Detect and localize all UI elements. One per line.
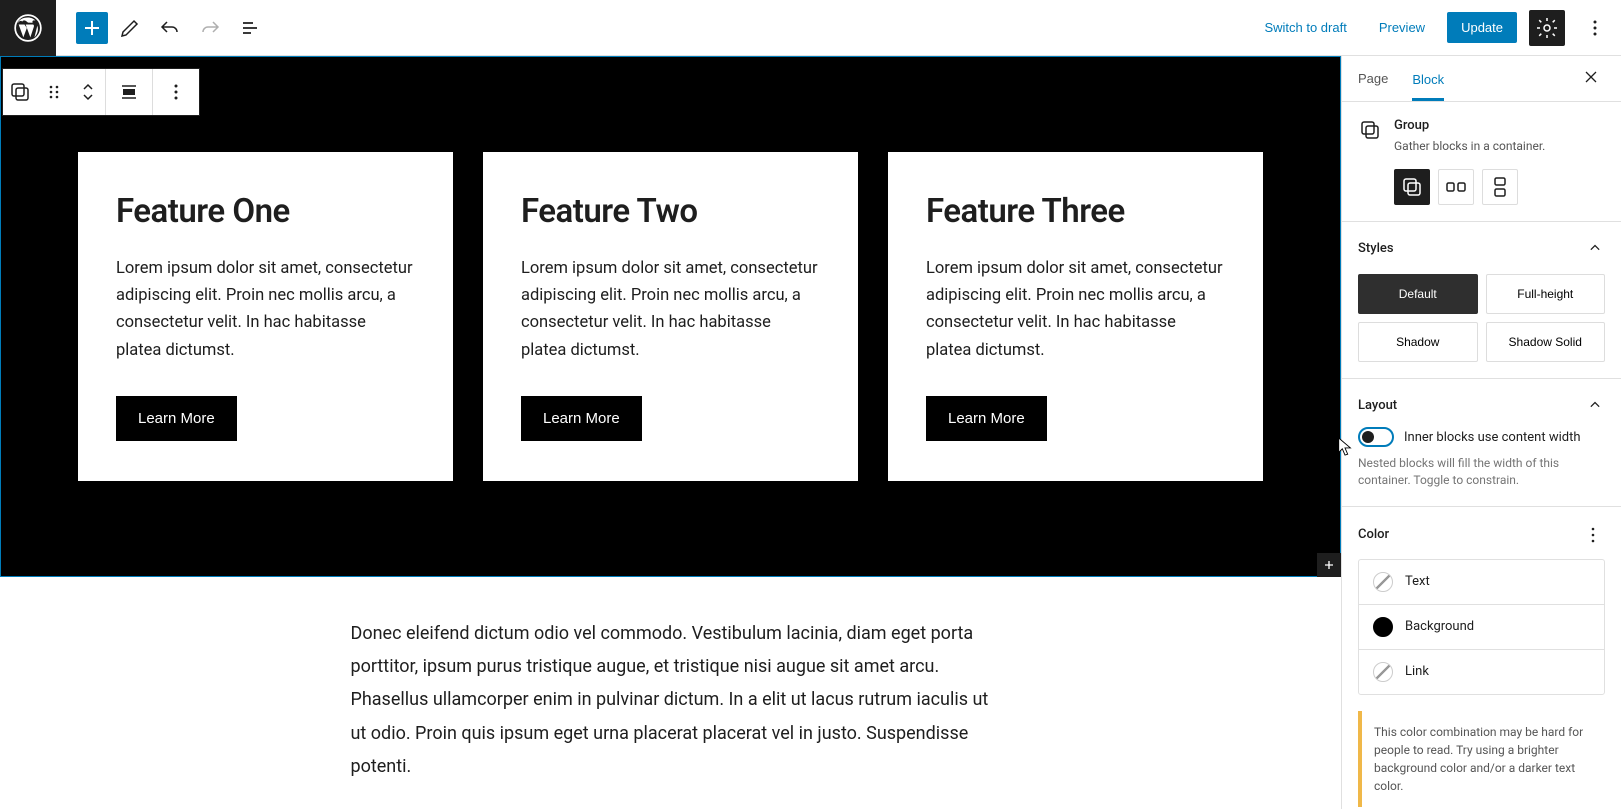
variation-row <box>1394 169 1605 205</box>
group-icon <box>8 80 32 104</box>
kebab-icon <box>164 80 188 104</box>
add-block-inline[interactable] <box>1317 553 1341 577</box>
variation-row-button[interactable] <box>1438 169 1474 205</box>
redo-icon <box>198 16 222 40</box>
color-options-button[interactable] <box>1581 523 1605 547</box>
block-type-button[interactable] <box>3 69 37 115</box>
style-shadow-button[interactable]: Shadow <box>1358 322 1478 362</box>
chevron-up-icon <box>1585 395 1605 415</box>
topbar-left-tools <box>56 10 268 46</box>
block-toolbar <box>2 68 200 116</box>
learn-more-button[interactable]: Learn More <box>521 396 642 441</box>
toggle-help: Nested blocks will fill the width of thi… <box>1358 455 1605 490</box>
tab-page[interactable]: Page <box>1358 57 1388 100</box>
block-desc: Gather blocks in a container. <box>1394 139 1545 153</box>
style-shadowsolid-button[interactable]: Shadow Solid <box>1486 322 1606 362</box>
list-view-button[interactable] <box>232 10 268 46</box>
kebab-icon <box>1583 16 1607 40</box>
settings-button[interactable] <box>1529 10 1565 46</box>
editor-topbar: Switch to draft Preview Update <box>0 0 1621 56</box>
feature-title[interactable]: Feature Three <box>926 192 1225 231</box>
kebab-icon <box>1581 523 1605 547</box>
styles-panel: Styles Default Full-height Shadow Shadow… <box>1342 222 1621 379</box>
content-width-toggle[interactable] <box>1358 427 1394 447</box>
wp-logo[interactable] <box>0 0 56 56</box>
block-name: Group <box>1394 118 1545 133</box>
color-text-item[interactable]: Text <box>1359 560 1604 605</box>
update-button[interactable]: Update <box>1447 12 1517 43</box>
variation-group-button[interactable] <box>1394 169 1430 205</box>
feature-title[interactable]: Feature One <box>116 192 415 231</box>
paragraph-block[interactable]: Donec eleifend dictum odio vel commodo. … <box>351 577 991 809</box>
feature-card[interactable]: Feature One Lorem ipsum dolor sit amet, … <box>78 152 453 481</box>
row-variation-icon <box>1444 175 1468 199</box>
feature-title[interactable]: Feature Two <box>521 192 820 231</box>
color-swatch <box>1373 617 1393 637</box>
layout-panel-title[interactable]: Layout <box>1358 395 1605 415</box>
drag-icon <box>42 80 66 104</box>
options-button[interactable] <box>1577 10 1613 46</box>
contrast-warning: This color combination may be hard for p… <box>1358 711 1605 807</box>
color-swatch <box>1373 572 1393 592</box>
group-variation-icon <box>1400 175 1424 199</box>
feature-card[interactable]: Feature Two Lorem ipsum dolor sit amet, … <box>483 152 858 481</box>
block-header-section: Group Gather blocks in a container. <box>1342 102 1621 222</box>
topbar-right-actions: Switch to draft Preview Update <box>1254 10 1621 46</box>
plus-icon <box>1321 557 1337 573</box>
tools-edit-button[interactable] <box>112 10 148 46</box>
group-icon <box>1358 118 1382 142</box>
close-icon <box>1581 67 1601 87</box>
color-panel: Color Text Background Link <box>1342 507 1621 711</box>
align-full-icon <box>117 80 141 104</box>
redo-button[interactable] <box>192 10 228 46</box>
styles-panel-title[interactable]: Styles <box>1358 238 1605 258</box>
learn-more-button[interactable]: Learn More <box>116 396 237 441</box>
wordpress-icon <box>14 14 42 42</box>
stack-variation-icon <box>1488 175 1512 199</box>
tab-block[interactable]: Block <box>1412 58 1444 101</box>
color-link-item[interactable]: Link <box>1359 650 1604 694</box>
pencil-icon <box>118 16 142 40</box>
plus-icon <box>80 16 104 40</box>
feature-body[interactable]: Lorem ipsum dolor sit amet, consectetur … <box>521 255 820 364</box>
add-block-button[interactable] <box>76 12 108 44</box>
feature-body[interactable]: Lorem ipsum dolor sit amet, consectetur … <box>926 255 1225 364</box>
group-block[interactable]: Feature One Lorem ipsum dolor sit amet, … <box>0 56 1341 577</box>
color-list: Text Background Link <box>1358 559 1605 695</box>
align-button[interactable] <box>106 69 152 115</box>
undo-icon <box>158 16 182 40</box>
variation-stack-button[interactable] <box>1482 169 1518 205</box>
style-fullheight-button[interactable]: Full-height <box>1486 274 1606 314</box>
editor-canvas[interactable]: Feature One Lorem ipsum dolor sit amet, … <box>0 56 1341 809</box>
preview-button[interactable]: Preview <box>1369 14 1435 41</box>
move-updown-icon <box>76 80 100 104</box>
chevron-up-icon <box>1585 238 1605 258</box>
settings-sidebar: Page Block Group Gather blocks in a cont… <box>1341 56 1621 809</box>
feature-card[interactable]: Feature Three Lorem ipsum dolor sit amet… <box>888 152 1263 481</box>
feature-body[interactable]: Lorem ipsum dolor sit amet, consectetur … <box>116 255 415 364</box>
close-sidebar-button[interactable] <box>1577 63 1605 94</box>
undo-button[interactable] <box>152 10 188 46</box>
color-background-item[interactable]: Background <box>1359 605 1604 650</box>
block-more-button[interactable] <box>153 69 199 115</box>
move-up-down[interactable] <box>71 69 105 115</box>
style-default-button[interactable]: Default <box>1358 274 1478 314</box>
toggle-label: Inner blocks use content width <box>1404 430 1581 445</box>
drag-handle[interactable] <box>37 69 71 115</box>
sidebar-tabs: Page Block <box>1342 56 1621 102</box>
list-view-icon <box>238 16 262 40</box>
gear-icon <box>1535 16 1559 40</box>
color-swatch <box>1373 662 1393 682</box>
switch-to-draft-button[interactable]: Switch to draft <box>1254 14 1356 41</box>
layout-panel: Layout Inner blocks use content width Ne… <box>1342 379 1621 507</box>
color-panel-title[interactable]: Color <box>1358 527 1581 542</box>
learn-more-button[interactable]: Learn More <box>926 396 1047 441</box>
